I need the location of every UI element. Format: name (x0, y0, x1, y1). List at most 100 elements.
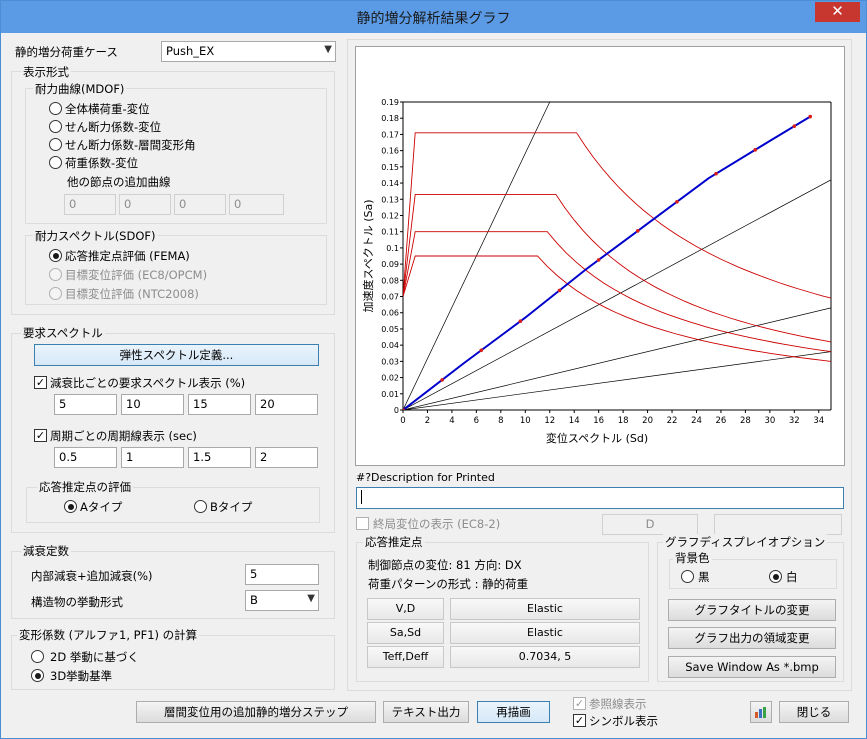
inner-damping-input[interactable]: 5 (245, 564, 319, 585)
x-tick-label-5: 10 (520, 416, 531, 426)
period-input-3[interactable]: 2 (255, 447, 318, 468)
load-case-select[interactable]: Push_EX ▼ (161, 41, 336, 62)
reference-line-checkbox[interactable]: ✓ (573, 697, 586, 710)
y-tick-label-3: 0.03 (381, 357, 399, 366)
chevron-down-icon: ▼ (324, 44, 332, 55)
eval-option-b-label: Bタイプ (210, 500, 253, 514)
y-tick-label-19: 0.19 (381, 98, 399, 107)
sdof-option-2-label: 目標変位評価 (NTC2008) (65, 287, 199, 301)
capacity-spectrum-chart: 0 0.01 0.02 0.03 0.04 0.05 0.06 0.07 0.08 0.09 0.1… (361, 98, 832, 445)
y-tick-label-2: 0.02 (381, 374, 399, 383)
symbol-label: シンボル表示 (589, 714, 658, 728)
x-tick-label-15: 30 (764, 416, 775, 426)
close-button[interactable]: 閉じる (779, 701, 849, 723)
extra-curve-input-1[interactable]: 0 (119, 194, 171, 215)
mdof-group-label: 耐力曲線(MDOF) (33, 81, 127, 97)
perf-row-0-key: V,D (367, 598, 444, 620)
bg-white-label: 白 (786, 570, 798, 584)
sdof-option-1-label: 目標変位評価 (EC8/OPCM) (65, 268, 208, 282)
damping-checkbox-label: 減衰比ごとの要求スペクトル表示 (%) (50, 376, 246, 390)
y-tick-label-16: 0.16 (381, 147, 399, 156)
damping-input-1[interactable]: 10 (121, 394, 184, 415)
sdof-option-0[interactable] (49, 249, 62, 262)
extra-curve-input-0[interactable]: 0 (64, 194, 116, 215)
capacity-marker-10 (792, 124, 797, 128)
coef-option-3d[interactable] (31, 669, 44, 682)
extra-curve-input-3[interactable]: 0 (229, 194, 284, 215)
perf-pattern-text: 荷重パターンの形式 : 静的荷重 (368, 577, 529, 591)
capacity-marker-4 (557, 288, 562, 293)
x-tick-label-7: 14 (569, 416, 580, 426)
x-tick-label-14: 28 (740, 416, 751, 426)
mdof-option-1[interactable] (49, 120, 62, 133)
save-bmp-button[interactable]: Save Window As *.bmp (668, 656, 836, 678)
graph-area: 0 0.01 0.02 0.03 0.04 0.05 0.06 0.07 0.08 0.09 0.1… (355, 46, 845, 466)
text-output-button[interactable]: テキスト出力 (383, 701, 469, 723)
period-input-1[interactable]: 1 (121, 447, 184, 468)
damping-checkbox[interactable]: ✓ (34, 376, 47, 389)
perf-row-2-key: Teff,Deff (367, 646, 444, 668)
chart-icon[interactable] (750, 701, 772, 723)
demand-curve-0 (403, 132, 831, 299)
bg-black-radio[interactable] (681, 570, 694, 583)
capacity-marker-6 (635, 229, 640, 233)
mdof-option-0[interactable] (49, 102, 62, 115)
demand-curve-1 (403, 193, 831, 343)
mdof-option-0-label: 全体横荷重-変位 (65, 102, 150, 116)
load-case-label: 静的増分荷重ケース (15, 45, 118, 59)
period-input-2[interactable]: 1.5 (188, 447, 251, 468)
perf-row-0-value: Elastic (450, 598, 640, 620)
ultimate-d-field[interactable]: D (602, 514, 698, 535)
y-tick-label-9: 0.09 (381, 260, 399, 269)
ultimate-d-value[interactable] (714, 514, 842, 535)
close-icon[interactable]: ✕ (815, 2, 860, 22)
y-tick-label-18: 0.18 (381, 114, 399, 123)
ultimate-checkbox[interactable] (356, 517, 369, 530)
damping-input-2[interactable]: 15 (188, 394, 251, 415)
period-checkbox[interactable]: ✓ (34, 429, 47, 442)
y-tick-label-15: 0.15 (381, 163, 399, 172)
period-input-0[interactable]: 0.5 (54, 447, 117, 468)
sdof-option-1[interactable] (49, 268, 62, 281)
bg-white-radio[interactable] (769, 570, 782, 583)
perf-node-text: 制御節点の変位: 81 方向: DX (368, 558, 522, 572)
damping-input-3[interactable]: 20 (255, 394, 318, 415)
y-tick-label-4: 0.04 (381, 341, 399, 350)
define-spectrum-button[interactable]: 弾性スペクトル定義... (34, 344, 319, 366)
mdof-option-2-label: せん断力係数-層間変形角 (65, 138, 196, 152)
y-tick-label-10: 0.1 (386, 244, 399, 253)
redraw-button[interactable]: 再描画 (477, 701, 550, 723)
mdof-option-2[interactable] (49, 138, 62, 151)
capacity-marker-7 (675, 199, 679, 204)
coef-option-2d[interactable] (31, 650, 44, 663)
extra-curves-label: 他の節点の追加曲線 (67, 175, 171, 189)
description-input[interactable] (356, 487, 844, 509)
coef-group-label: 変形係数 (アルファ1, PF1) の計算 (17, 627, 200, 643)
reference-line-label: 参照線表示 (589, 697, 647, 711)
eval-option-b[interactable] (194, 500, 207, 513)
perf-row-2-value: 0.7034, 5 (450, 646, 640, 668)
change-region-button[interactable]: グラフ出力の領域変更 (668, 627, 836, 649)
additional-step-button[interactable]: 層間変位用の追加静的増分ステップ (136, 701, 376, 723)
change-title-button[interactable]: グラフタイトルの変更 (668, 599, 836, 621)
y-tick-label-11: 0.11 (381, 228, 399, 237)
eval-option-a[interactable] (64, 500, 77, 513)
capacity-marker-1 (440, 378, 444, 382)
display-group-label: 表示形式 (21, 64, 71, 80)
dialog-window: 静的増分解析結果グラフ ✕ 静的増分荷重ケース Push_EX ▼ 表示形式 耐… (0, 0, 867, 739)
y-tick-label-13: 0.13 (381, 195, 399, 204)
x-tick-label-1: 2 (425, 416, 430, 426)
damping-input-0[interactable]: 5 (54, 394, 117, 415)
sdof-option-2[interactable] (49, 287, 62, 300)
y-tick-label-6: 0.06 (381, 309, 399, 318)
behavior-select[interactable]: B ▼ (245, 590, 319, 611)
mdof-option-3[interactable] (49, 156, 62, 169)
x-tick-label-2: 4 (449, 416, 454, 426)
demand-curve-2 (403, 231, 831, 353)
period-line-1 (403, 179, 831, 410)
coef-option-2d-label: 2D 挙動に基づく (50, 650, 139, 664)
extra-curve-input-2[interactable]: 0 (174, 194, 226, 215)
symbol-checkbox[interactable]: ✓ (573, 714, 586, 727)
load-case-value: Push_EX (166, 44, 215, 58)
bg-color-label: 背景色 (673, 550, 712, 566)
